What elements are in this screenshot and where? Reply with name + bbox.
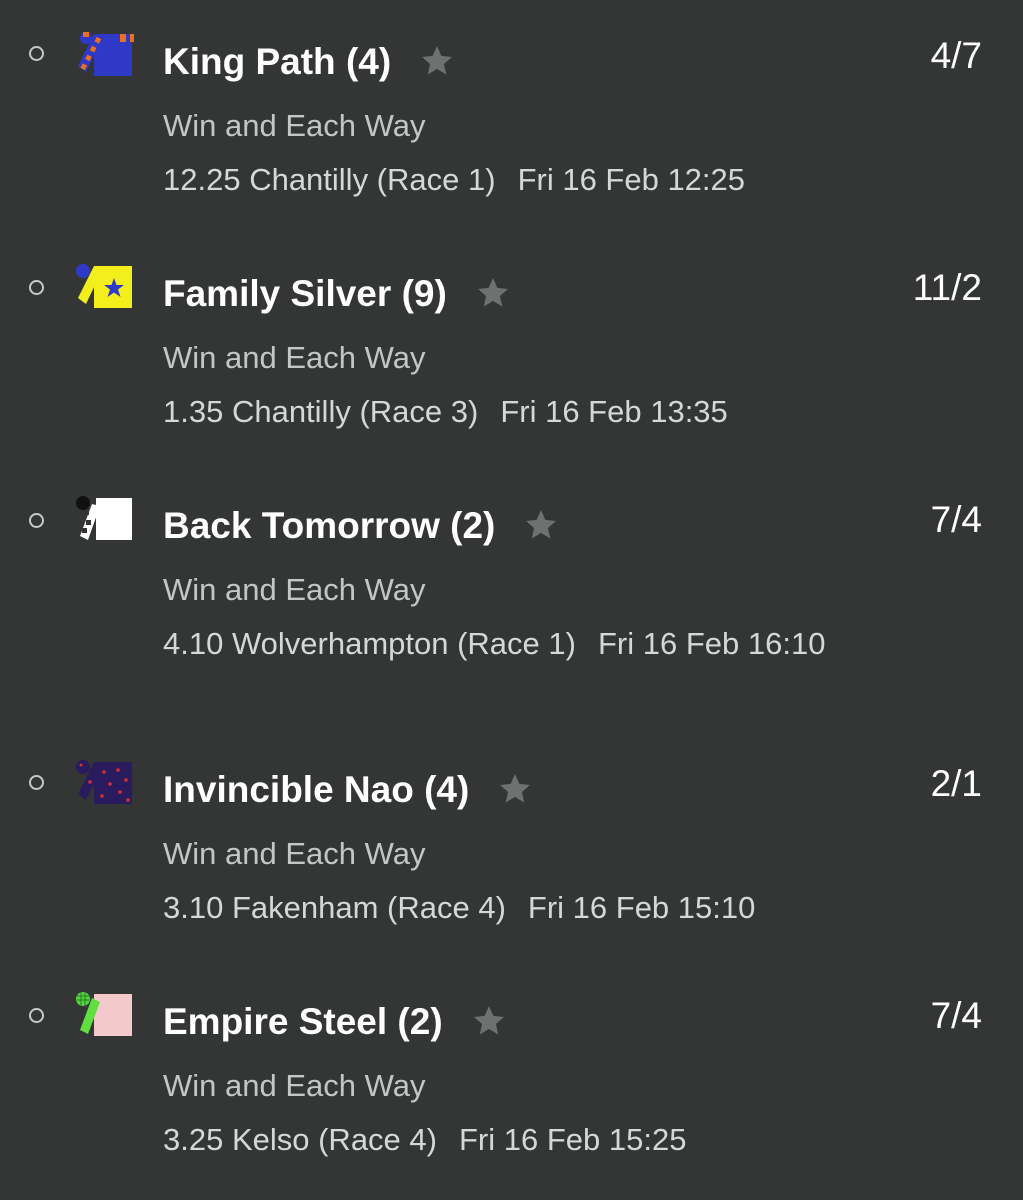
event-info: 12.25 Chantilly (Race 1) Fri 16 Feb 12:25 — [163, 158, 863, 202]
jockey-silk-icon — [76, 760, 132, 804]
odds-value: 11/2 — [912, 267, 982, 308]
odds-value: 4/7 — [930, 35, 982, 76]
selection-name-text: Family Silver (9) — [163, 273, 447, 314]
selection-name-text: King Path (4) — [163, 41, 392, 82]
bet-type: Win and Each Way — [163, 108, 426, 143]
event-datetime: Fri 16 Feb 15:10 — [527, 890, 756, 925]
event-name: 4.10 Wolverhampton (Race 1) — [163, 626, 576, 661]
bet-row-back-tomorrow[interactable]: Back Tomorrow (2) 7/4 Win and Each Way 4… — [0, 464, 1023, 696]
jockey-silk-icon — [76, 496, 132, 540]
star-icon[interactable] — [475, 275, 511, 311]
star-icon[interactable] — [419, 43, 455, 79]
odds-value: 7/4 — [930, 995, 982, 1036]
star-icon[interactable] — [497, 771, 533, 807]
event-name: 3.10 Fakenham (Race 4) — [163, 890, 506, 925]
jockey-silk-icon — [76, 264, 132, 308]
bet-type: Win and Each Way — [163, 340, 426, 375]
bet-type: Win and Each Way — [163, 1068, 426, 1103]
event-info: 3.10 Fakenham (Race 4) Fri 16 Feb 15:10 — [163, 886, 863, 930]
bet-row-family-silver[interactable]: Family Silver (9) 11/2 Win and Each Way … — [0, 232, 1023, 464]
odds-value: 2/1 — [930, 763, 982, 804]
odds-value: 7/4 — [930, 499, 982, 540]
selection-name[interactable]: Family Silver (9) — [163, 272, 511, 316]
event-datetime: Fri 16 Feb 16:10 — [597, 626, 826, 661]
event-datetime: Fri 16 Feb 12:25 — [517, 162, 746, 197]
bet-type: Win and Each Way — [163, 572, 426, 607]
star-icon[interactable] — [523, 507, 559, 543]
selection-name[interactable]: Invincible Nao (4) — [163, 768, 533, 812]
select-radio[interactable] — [29, 513, 44, 528]
select-radio[interactable] — [29, 46, 44, 61]
selection-name-text: Invincible Nao (4) — [163, 769, 470, 810]
star-icon[interactable] — [471, 1003, 507, 1039]
selection-name-text: Empire Steel (2) — [163, 1001, 443, 1042]
jockey-silk-icon — [78, 32, 134, 76]
selection-name-text: Back Tomorrow (2) — [163, 505, 496, 546]
select-radio[interactable] — [29, 775, 44, 790]
event-name: 12.25 Chantilly (Race 1) — [163, 162, 496, 197]
event-info: 3.25 Kelso (Race 4) Fri 16 Feb 15:25 — [163, 1118, 863, 1162]
event-name: 1.35 Chantilly (Race 3) — [163, 394, 479, 429]
event-info: 4.10 Wolverhampton (Race 1) Fri 16 Feb 16… — [163, 622, 863, 666]
event-name: 3.25 Kelso (Race 4) — [163, 1122, 437, 1157]
selection-name[interactable]: King Path (4) — [163, 40, 455, 84]
select-radio[interactable] — [29, 280, 44, 295]
bet-row-empire-steel[interactable]: Empire Steel (2) 7/4 Win and Each Way 3.… — [0, 960, 1023, 1192]
bet-row-king-path[interactable]: King Path (4) 4/7 Win and Each Way 12.25… — [0, 0, 1023, 232]
bet-row-invincible-nao[interactable]: Invincible Nao (4) 2/1 Win and Each Way … — [0, 728, 1023, 960]
bet-type: Win and Each Way — [163, 836, 426, 871]
event-datetime: Fri 16 Feb 15:25 — [458, 1122, 687, 1157]
event-info: 1.35 Chantilly (Race 3) Fri 16 Feb 13:35 — [163, 390, 863, 434]
jockey-silk-icon — [76, 992, 132, 1036]
select-radio[interactable] — [29, 1008, 44, 1023]
selection-name[interactable]: Back Tomorrow (2) — [163, 504, 559, 548]
event-datetime: Fri 16 Feb 13:35 — [500, 394, 728, 429]
selection-name[interactable]: Empire Steel (2) — [163, 1000, 507, 1044]
